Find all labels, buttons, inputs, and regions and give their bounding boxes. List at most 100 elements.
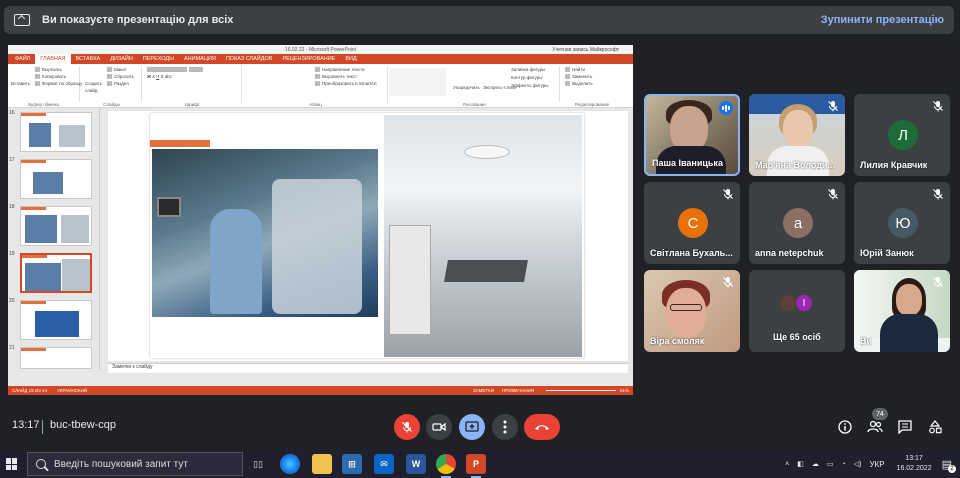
font-controls[interactable]: [144, 66, 241, 73]
participant-name: Ви: [860, 336, 873, 346]
tab-slideshow[interactable]: ПОКАЗ СЛАЙДОВ: [221, 56, 278, 62]
paste-button[interactable]: Вставить: [8, 80, 30, 87]
thumb-number: 18: [9, 204, 15, 210]
replace-button[interactable]: Заменить: [562, 73, 622, 80]
chrome-icon[interactable]: [436, 454, 456, 474]
shape-effects-button[interactable]: Эффекты фигуры: [508, 82, 549, 89]
leave-call-button[interactable]: [524, 414, 560, 440]
font-size-box[interactable]: [189, 67, 203, 73]
smartart-button[interactable]: Преобразовать в SmartArt: [312, 80, 387, 87]
zoom-level[interactable]: 61%: [620, 388, 629, 393]
slide-thumbnail[interactable]: [20, 159, 92, 199]
zoom-slider[interactable]: [545, 390, 616, 391]
font-style-buttons[interactable]: Ж К Ч S abc: [144, 73, 241, 80]
powerpoint-icon[interactable]: P: [466, 454, 486, 474]
taskbar-clock[interactable]: 13:17 16.02.2022: [897, 454, 932, 474]
language-indicator[interactable]: УКРАИНСКИЙ: [57, 388, 87, 393]
tab-design[interactable]: ДИЗАЙН: [105, 56, 138, 62]
participant-tile[interactable]: Ю Юрій Занюк: [854, 182, 950, 264]
participant-avatar: С: [678, 208, 708, 238]
activities-button[interactable]: [924, 416, 946, 438]
tab-animation[interactable]: АНИМАЦИЯ: [179, 56, 221, 62]
mini-avatar: I: [795, 294, 813, 312]
more-participants-tile[interactable]: I Ще 65 осіб: [749, 270, 845, 352]
more-options-button[interactable]: [492, 414, 518, 440]
copy-button[interactable]: Копировать: [32, 73, 79, 80]
mic-off-icon: [828, 189, 838, 200]
select-icon: [565, 81, 570, 87]
windows-start-icon[interactable]: [6, 458, 18, 470]
language-indicator[interactable]: УКР: [869, 460, 884, 469]
font-group-label: Шрифт: [185, 102, 200, 107]
participant-tile[interactable]: Л Лилия Кравчик: [854, 94, 950, 176]
participant-avatar: Ю: [888, 208, 918, 238]
tray-expand-icon[interactable]: ˄: [785, 461, 789, 468]
task-view-icon[interactable]: ▯▯: [248, 454, 268, 474]
slide-notes[interactable]: Заметки к слайду: [108, 363, 628, 373]
stop-presenting-button[interactable]: Зупинити презентацію: [821, 14, 944, 26]
notes-toggle[interactable]: ЗАМЕТКИ: [473, 388, 494, 393]
chat-button[interactable]: [894, 416, 916, 438]
system-tray: ˄ ◧ ☁ ▭ ◔ ◁) УКР 13:17 16.02.2022 ▤ 2: [785, 450, 956, 478]
file-explorer-icon[interactable]: [312, 454, 332, 474]
edge-browser-icon[interactable]: [280, 454, 300, 474]
mic-toggle-button[interactable]: [394, 414, 420, 440]
select-button[interactable]: Выделить: [562, 80, 622, 87]
align-text-button[interactable]: Выровнять текст: [312, 73, 387, 80]
ppt-ribbon-tabs: ФАЙЛ ГЛАВНАЯ ВСТАВКА ДИЗАЙН ПЕРЕХОДЫ АНИ…: [8, 54, 633, 64]
mail-icon[interactable]: ✉: [374, 454, 394, 474]
reset-button[interactable]: Сбросить: [104, 73, 141, 80]
section-button[interactable]: Раздел: [104, 80, 141, 87]
scissors-icon: [35, 67, 40, 73]
participant-tile[interactable]: Мар'яна Володи...: [749, 94, 845, 176]
camera-toggle-button[interactable]: [426, 414, 452, 440]
format-painter-button[interactable]: Формат по образцу: [32, 80, 82, 87]
self-view-tile[interactable]: Ви: [854, 270, 950, 352]
find-button[interactable]: Найти: [562, 66, 622, 73]
wifi-icon[interactable]: ◔: [842, 461, 846, 468]
cut-button[interactable]: Вырезать: [32, 66, 79, 73]
shape-fill-button[interactable]: Заливка фигуры: [508, 66, 545, 73]
participant-tile[interactable]: a anna netepchuk: [749, 182, 845, 264]
meeting-details-button[interactable]: [834, 416, 856, 438]
meeting-code[interactable]: buc-tbew-cqp: [50, 419, 116, 431]
slide-editor[interactable]: [108, 111, 628, 361]
slide-thumbnail-selected[interactable]: [20, 253, 92, 293]
ppt-account[interactable]: Учетная запись Майкрософт: [552, 47, 619, 53]
cloud-icon[interactable]: ☁: [812, 460, 819, 468]
text-direction-button[interactable]: Направление текста: [312, 66, 387, 73]
more-participants-label: Ще 65 осіб: [773, 332, 821, 342]
volume-icon[interactable]: ◁): [854, 460, 862, 468]
tab-view[interactable]: ВИД: [340, 56, 361, 62]
participant-tile[interactable]: С Світлана Бухаль...: [644, 182, 740, 264]
arrange-button[interactable]: Упорядочить: [450, 84, 480, 91]
slide-thumbnails-pane[interactable]: 16 17 18 19 20 21: [8, 108, 100, 370]
network-icon[interactable]: ◧: [797, 460, 804, 468]
slide-thumbnail[interactable]: [20, 112, 92, 152]
taskbar-search-box[interactable]: Введіть пошуковий запит тут: [27, 452, 243, 476]
slide-thumbnail[interactable]: [20, 347, 92, 369]
notifications-icon[interactable]: ▤ 2: [942, 458, 956, 473]
battery-icon[interactable]: ▭: [827, 460, 834, 468]
slide-thumbnail[interactable]: [20, 206, 92, 246]
participant-tile[interactable]: Віра смоляк: [644, 270, 740, 352]
tab-file[interactable]: ФАЙЛ: [10, 56, 35, 62]
ppt-workspace: 16 17 18 19 20 21 Заметки к слайду: [8, 108, 633, 395]
tab-home[interactable]: ГЛАВНАЯ: [35, 54, 71, 64]
store-icon[interactable]: ⊞: [342, 454, 362, 474]
slide-thumbnail[interactable]: [20, 300, 92, 340]
current-slide[interactable]: [150, 113, 584, 358]
participant-tile[interactable]: Паша Іваницька: [644, 94, 740, 176]
shape-outline-button[interactable]: Контур фигуры: [508, 74, 542, 81]
tab-review[interactable]: РЕЦЕНЗИРОВАНИЕ: [277, 56, 340, 62]
smartart-label: Преобразовать в SmartArt: [322, 81, 377, 86]
tab-insert[interactable]: ВСТАВКА: [71, 56, 106, 62]
layout-button[interactable]: Макет: [104, 66, 141, 73]
comments-toggle[interactable]: ПРИМЕЧАНИЯ: [502, 388, 534, 393]
word-icon[interactable]: W: [406, 454, 426, 474]
tab-transitions[interactable]: ПЕРЕХОДЫ: [138, 56, 179, 62]
font-name-box[interactable]: [147, 67, 187, 73]
new-slide-button[interactable]: Создать слайд: [82, 80, 104, 94]
shapes-gallery[interactable]: [390, 68, 446, 96]
present-now-button[interactable]: [459, 414, 485, 440]
